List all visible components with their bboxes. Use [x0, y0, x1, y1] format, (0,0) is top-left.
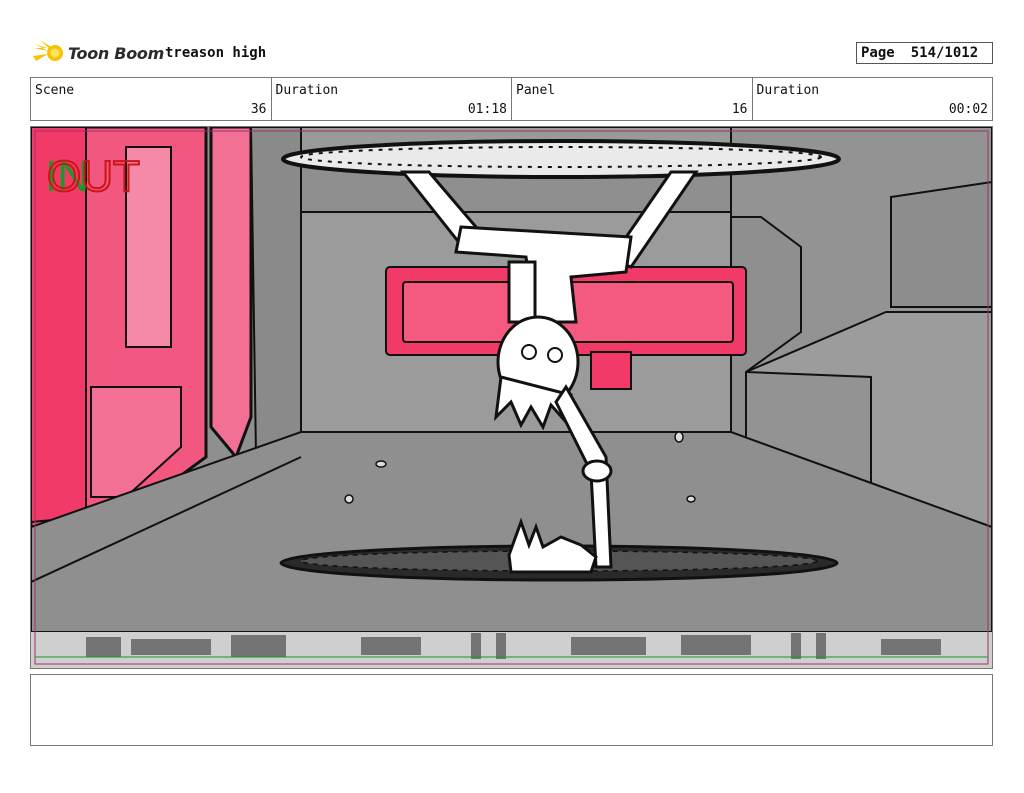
panel-label: Panel: [516, 83, 556, 98]
scene-value: 36: [250, 102, 267, 117]
out-marker: OUT: [47, 152, 140, 201]
scene-duration-label: Duration: [275, 83, 339, 98]
scene-cell: Scene 36: [31, 78, 272, 120]
scene-label: Scene: [35, 83, 75, 98]
panel-cell: Panel 16: [512, 78, 753, 120]
panel-duration-value: 00:02: [948, 102, 988, 117]
panel-duration-cell: Duration 00:02: [753, 78, 993, 120]
scene-duration-value: 01:18: [467, 102, 507, 117]
panel-drawing: IN OUT: [31, 127, 992, 668]
panel-notes[interactable]: [30, 674, 993, 746]
toon-boom-logo: Toon Boom: [32, 38, 164, 68]
page-label: Page: [861, 45, 895, 61]
storyboard-header: Toon Boom treason high Page 514/1012: [30, 38, 993, 68]
page-indicator: Page 514/1012: [856, 42, 993, 64]
panel-info-row: Scene 36 Duration 01:18 Panel 16 Duratio…: [30, 77, 993, 121]
panel-duration-label: Duration: [756, 83, 820, 98]
page-number: 514/1012: [910, 45, 979, 61]
comet-logo-icon: [33, 40, 63, 61]
logo-text: Toon Boom: [68, 43, 164, 63]
panel-value: 16: [731, 102, 748, 117]
project-title: treason high: [165, 45, 267, 61]
scene-duration-cell: Duration 01:18: [272, 78, 512, 120]
storyboard-panel-image[interactable]: IN OUT: [30, 126, 993, 669]
